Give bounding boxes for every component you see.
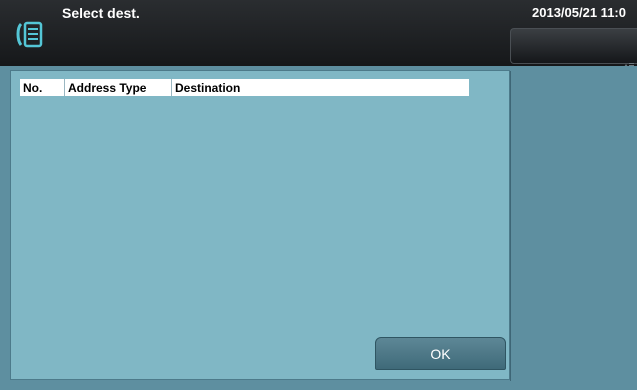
header-bar: Select dest. 2013/05/21 11:0	[0, 0, 637, 67]
fax-icon	[14, 20, 46, 50]
column-header-no: No.	[20, 79, 65, 96]
column-header-address-type: Address Type	[65, 79, 172, 96]
right-side-area	[510, 66, 637, 390]
status-indicator-icon	[624, 54, 634, 67]
status-panel[interactable]	[510, 28, 637, 67]
destination-table-header: No. Address Type Destination	[20, 79, 469, 96]
select-destination-dialog: No. Address Type Destination OK	[10, 70, 510, 380]
bottom-strip	[0, 380, 510, 390]
column-header-destination: Destination	[175, 80, 241, 95]
datetime-display: 2013/05/21 11:0	[532, 5, 626, 20]
screen-title: Select dest.	[62, 5, 140, 21]
ok-button[interactable]: OK	[375, 337, 506, 370]
screen: Select dest. 2013/05/21 11:0 No. Address…	[0, 0, 637, 390]
